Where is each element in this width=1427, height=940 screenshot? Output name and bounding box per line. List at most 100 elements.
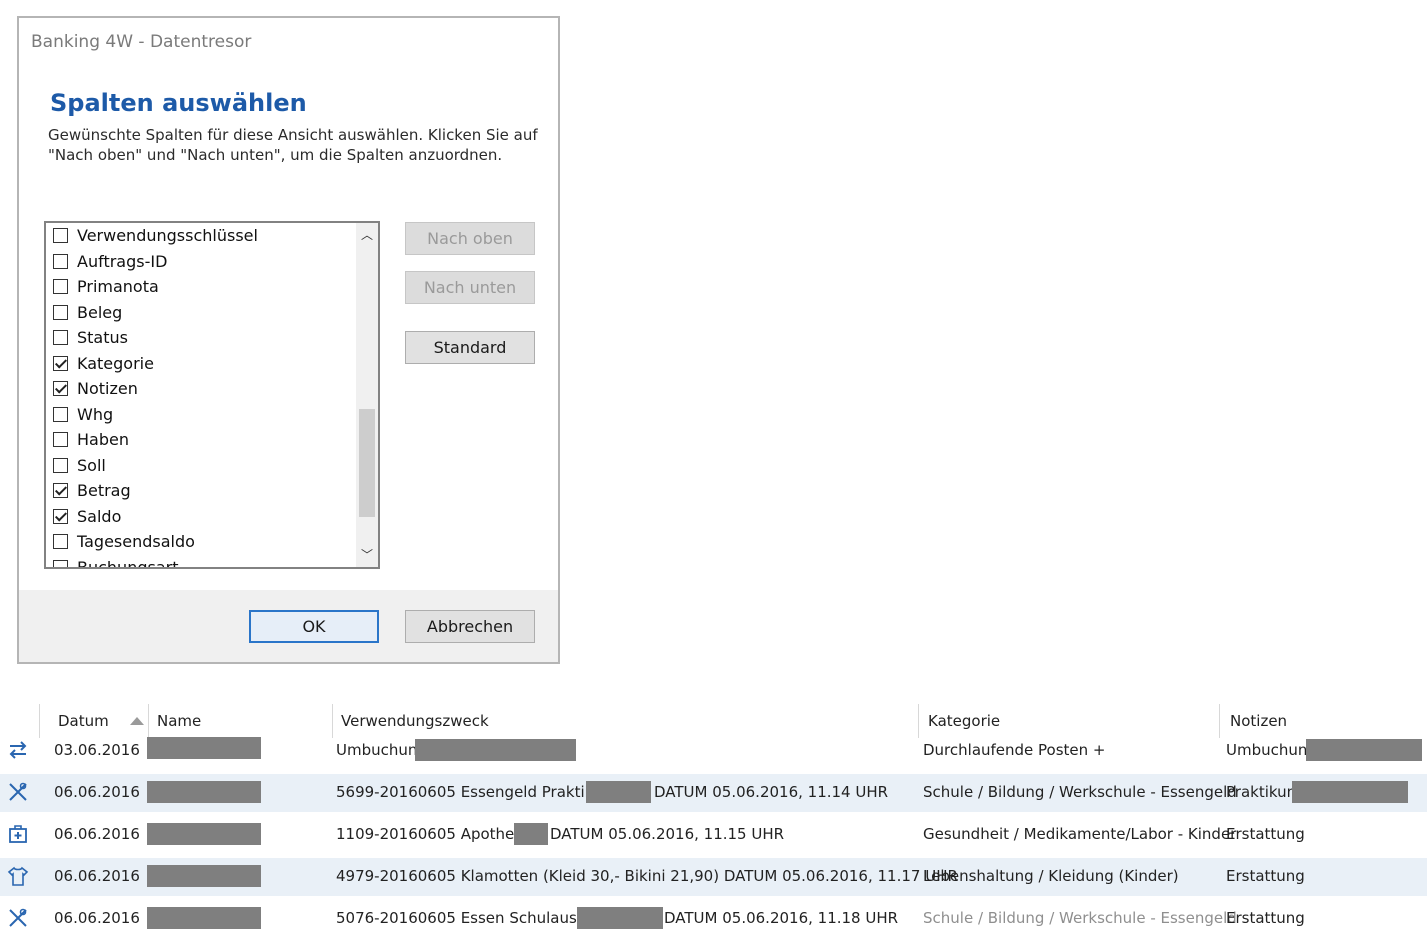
redacted-note	[1306, 739, 1422, 761]
purpose-cell: 5699-20160605 Essengeld Praktikum	[336, 783, 617, 801]
checkbox-checked[interactable]	[53, 508, 68, 524]
column-option[interactable]: Haben	[46, 427, 354, 453]
column-chooser-dialog: Banking 4W - Datentresor Spalten auswähl…	[17, 16, 560, 664]
transactions-table: Datum Name Verwendungszweck Kategorie No…	[0, 700, 1427, 940]
purpose-cell: Umbuchung	[336, 741, 427, 759]
checkbox-unchecked[interactable]	[53, 534, 68, 550]
header-notizen[interactable]: Notizen	[1230, 712, 1287, 730]
date-cell: 06.06.2016	[54, 909, 140, 927]
checkbox-unchecked[interactable]	[53, 228, 68, 244]
redacted-name	[147, 907, 261, 929]
header-kategorie[interactable]: Kategorie	[928, 712, 1000, 730]
redacted-purpose	[514, 823, 548, 845]
column-option[interactable]: Buchungsart	[46, 555, 354, 569]
column-option[interactable]: Auftrags-ID	[46, 249, 354, 275]
checkbox-checked[interactable]	[53, 381, 68, 397]
checkbox-unchecked[interactable]	[53, 457, 68, 473]
list-scrollbar[interactable]: ︿ ﹀	[356, 223, 378, 567]
shirt-icon	[7, 866, 29, 886]
move-down-button[interactable]: Nach unten	[405, 271, 535, 304]
redacted-purpose	[577, 907, 663, 929]
column-option[interactable]: Whg	[46, 402, 354, 428]
column-option-label: Auftrags-ID	[77, 251, 168, 271]
column-option-label: Whg	[77, 404, 114, 424]
checkbox-unchecked[interactable]	[53, 406, 68, 422]
checkbox-unchecked[interactable]	[53, 279, 68, 295]
dialog-footer: OK Abbrechen	[19, 590, 558, 662]
column-option[interactable]: Status	[46, 325, 354, 351]
category-cell: Durchlaufende Posten +	[923, 741, 1106, 759]
purpose-cell: 1109-20160605 Apotheke	[336, 825, 532, 843]
category-cell: Gesundheit / Medikamente/Labor - Kinder	[923, 825, 1237, 843]
redacted-name	[147, 823, 261, 845]
redacted-name	[147, 781, 261, 803]
column-option-label: Beleg	[77, 302, 123, 322]
column-option-label: Primanota	[77, 277, 159, 297]
column-option-label: Buchungsart	[77, 557, 179, 569]
column-option[interactable]: Beleg	[46, 300, 354, 326]
column-option-label: Verwendungsschlüssel	[77, 226, 258, 246]
column-option[interactable]: Verwendungsschlüssel	[46, 223, 354, 249]
column-option-label: Haben	[77, 430, 129, 450]
purpose-suffix: DATUM 05.06.2016, 11.18 UHR	[664, 909, 899, 927]
date-cell: 03.06.2016	[54, 741, 140, 759]
scroll-up-icon[interactable]: ︿	[356, 223, 378, 247]
note-cell: Erstattung	[1226, 825, 1305, 843]
column-option[interactable]: Kategorie	[46, 351, 354, 377]
column-option-label: Tagesendsaldo	[77, 532, 195, 552]
header-datum[interactable]: Datum	[58, 712, 109, 730]
checkbox-unchecked[interactable]	[53, 432, 68, 448]
date-cell: 06.06.2016	[54, 867, 140, 885]
purpose-cell: 5076-20160605 Essen Schulausflug	[336, 909, 606, 927]
table-row[interactable]: 03.06.2016 Umbuchung Durchlaufende Poste…	[0, 732, 1427, 770]
redacted-purpose	[586, 781, 651, 803]
redacted-purpose	[415, 739, 576, 761]
checkbox-unchecked[interactable]	[53, 304, 68, 320]
column-option-label: Kategorie	[77, 353, 154, 373]
redacted-note	[1292, 781, 1408, 803]
checkbox-unchecked[interactable]	[53, 330, 68, 346]
checkbox-unchecked[interactable]	[53, 253, 68, 269]
category-cell: Schule / Bildung / Werkschule - Essengel…	[923, 909, 1237, 927]
table-row[interactable]: 06.06.2016 5699-20160605 Essengeld Prakt…	[0, 774, 1427, 812]
table-row[interactable]: 06.06.2016 1109-20160605 Apotheke DATUM …	[0, 816, 1427, 854]
checkbox-checked[interactable]	[53, 483, 68, 499]
checkbox-unchecked[interactable]	[53, 559, 68, 567]
transfer-icon	[9, 741, 27, 759]
scroll-down-icon[interactable]: ﹀	[356, 543, 378, 567]
column-list-items: Verwendungsschlüssel Auftrags-ID Primanota…	[46, 223, 354, 569]
column-option[interactable]: Notizen	[46, 376, 354, 402]
column-option[interactable]: Primanota	[46, 274, 354, 300]
scroll-thumb[interactable]	[359, 409, 375, 517]
column-option-label: Soll	[77, 455, 106, 475]
ok-button[interactable]: OK	[249, 610, 379, 643]
column-option[interactable]: Saldo	[46, 504, 354, 530]
move-up-button[interactable]: Nach oben	[405, 222, 535, 255]
column-list[interactable]: Verwendungsschlüssel Auftrags-ID Primanota…	[44, 221, 380, 569]
table-row[interactable]: 06.06.2016 4979-20160605 Klamotten (Klei…	[0, 858, 1427, 896]
dialog-heading: Spalten auswählen	[50, 89, 307, 117]
column-option[interactable]: Soll	[46, 453, 354, 479]
cancel-button[interactable]: Abbrechen	[405, 610, 535, 643]
note-cell: Erstattung	[1226, 867, 1305, 885]
checkbox-checked[interactable]	[53, 355, 68, 371]
standard-button[interactable]: Standard	[405, 331, 535, 364]
dialog-description: Gewünschte Spalten für diese Ansicht aus…	[48, 126, 538, 164]
purpose-suffix: DATUM 05.06.2016, 11.14 UHR	[654, 783, 889, 801]
table-row[interactable]: 06.06.2016 5076-20160605 Essen Schulausf…	[0, 900, 1427, 938]
header-verwendungszweck[interactable]: Verwendungszweck	[341, 712, 489, 730]
window-title: Banking 4W - Datentresor	[31, 32, 252, 52]
header-name[interactable]: Name	[157, 712, 201, 730]
column-option[interactable]: Betrag	[46, 478, 354, 504]
column-option[interactable]: Tagesendsaldo	[46, 529, 354, 555]
medical-kit-icon	[9, 825, 27, 843]
column-option-label: Betrag	[77, 481, 131, 501]
cutlery-icon	[9, 908, 27, 927]
category-cell: Lebenshaltung / Kleidung (Kinder)	[923, 867, 1179, 885]
date-cell: 06.06.2016	[54, 825, 140, 843]
date-cell: 06.06.2016	[54, 783, 140, 801]
column-option-label: Status	[77, 328, 128, 348]
note-cell: Umbuchung	[1226, 741, 1317, 759]
cutlery-icon	[9, 782, 27, 801]
category-cell: Schule / Bildung / Werkschule - Essengel…	[923, 783, 1237, 801]
